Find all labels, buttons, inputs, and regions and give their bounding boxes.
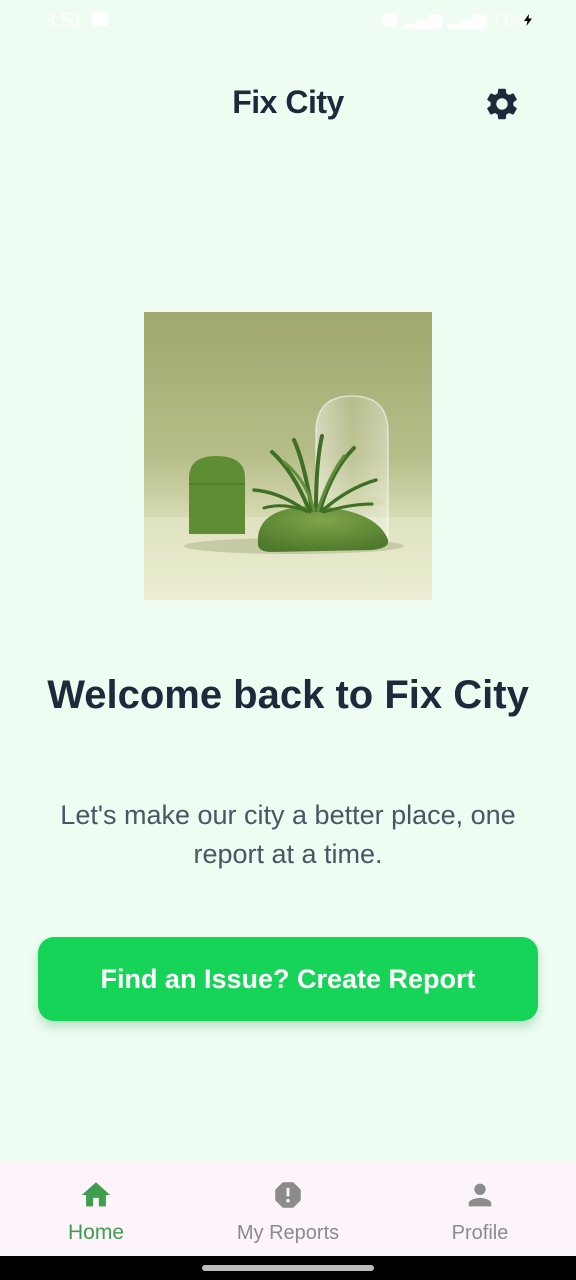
nav-item-profile[interactable]: Profile: [384, 1162, 576, 1256]
gesture-handle[interactable]: [202, 1265, 374, 1271]
status-time: 3:51: [44, 10, 83, 32]
system-navigation-area: [0, 1256, 576, 1280]
welcome-title: Welcome back to Fix City: [47, 673, 529, 717]
signal-icon-2: ▂▄▆: [447, 10, 486, 29]
settings-button[interactable]: [480, 82, 524, 126]
app-bar: Fix City: [0, 72, 576, 136]
plant-illustration: [144, 312, 432, 600]
welcome-subtitle: Let's make our city a better place, one …: [60, 800, 516, 869]
person-icon: [463, 1178, 497, 1212]
gallery-notification-icon: [92, 12, 108, 26]
nav-label-my-reports: My Reports: [236, 1222, 340, 1244]
signal-icon: ▂▄▆: [403, 10, 442, 29]
create-report-button[interactable]: Find an Issue? Create Report: [38, 937, 538, 1021]
status-bar: 3:51 ▂▄▆ ▂▄▆ 71%: [0, 0, 576, 42]
charging-icon: [524, 14, 532, 26]
nav-item-my-reports[interactable]: My Reports: [192, 1162, 384, 1256]
gear-icon: [487, 88, 517, 120]
cast-icon: [381, 13, 398, 27]
nav-label-profile: Profile: [451, 1222, 509, 1244]
hero-illustration: [144, 312, 432, 600]
battery-percent: 71%: [491, 10, 526, 29]
home-icon: [79, 1178, 113, 1212]
report-alert-icon: [271, 1178, 305, 1212]
nav-item-home[interactable]: Home: [0, 1162, 192, 1256]
bottom-navigation: Home My Reports Profile: [0, 1162, 576, 1256]
nav-label-home: Home: [67, 1221, 125, 1244]
status-indicators: ▂▄▆ ▂▄▆ 71%: [381, 10, 526, 30]
